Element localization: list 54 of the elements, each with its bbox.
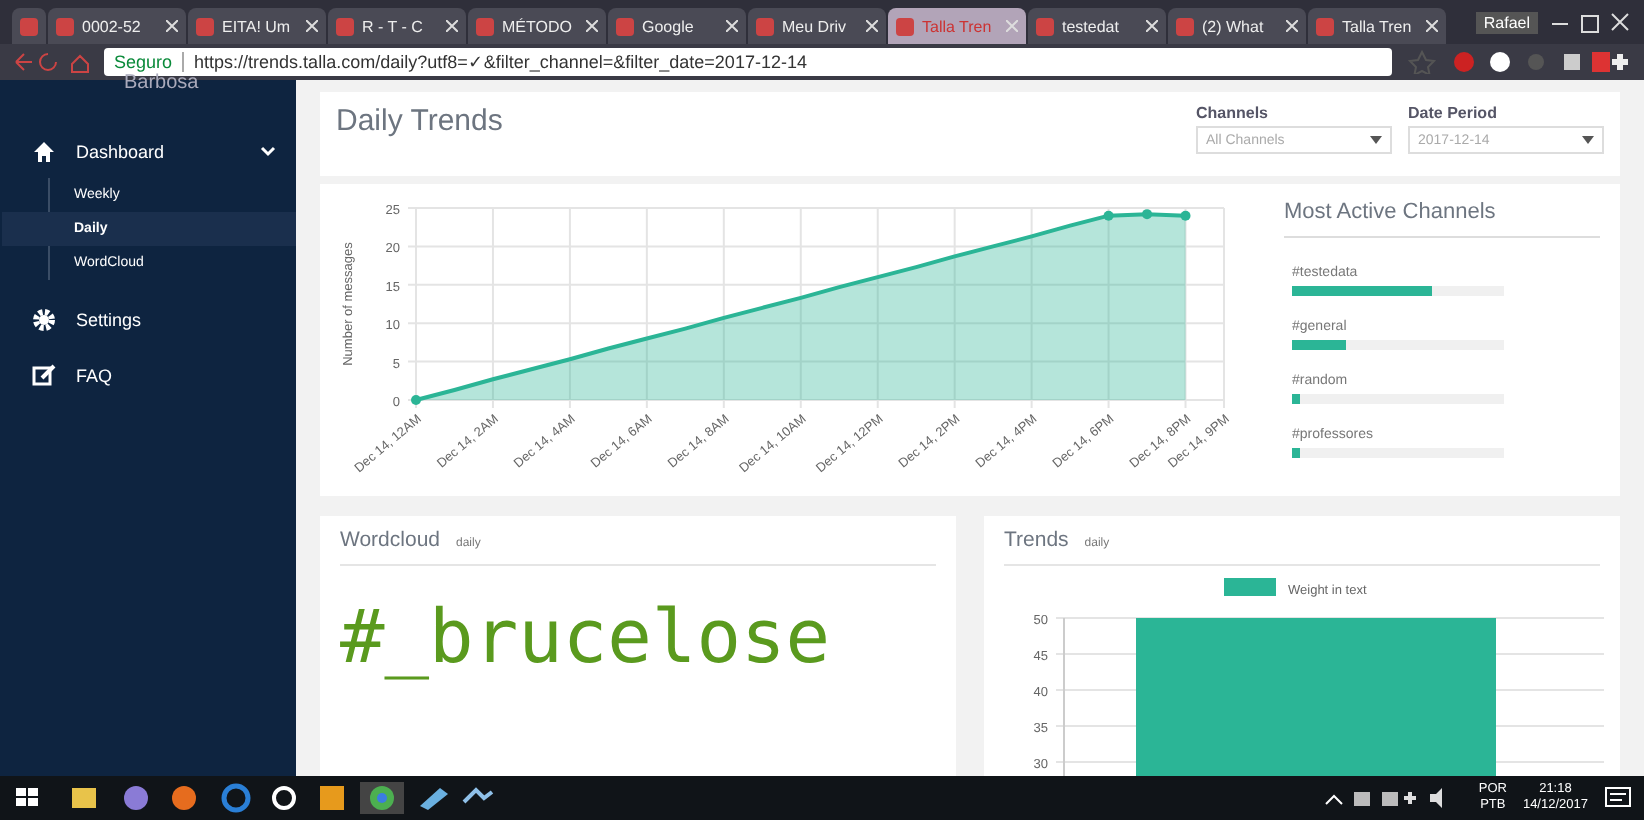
data-point — [411, 395, 421, 405]
profile-name[interactable]: Rafael — [1475, 11, 1538, 33]
user-name: Barbosa — [122, 72, 201, 98]
wordcloud-word: #_brucelose — [340, 594, 833, 680]
gear-icon — [32, 308, 56, 332]
caret-icon — [1582, 136, 1594, 144]
close-icon[interactable] — [726, 20, 738, 32]
favicon-icon — [1036, 17, 1054, 35]
close-icon[interactable] — [1286, 20, 1298, 32]
favicon-icon — [1176, 17, 1194, 35]
page-title: Daily Trends — [336, 104, 505, 138]
favicon-icon — [336, 17, 354, 35]
nav-item[interactable]: Dashboard — [0, 124, 296, 178]
favicon-icon — [756, 17, 774, 35]
close-icon[interactable] — [586, 20, 598, 32]
caret-icon — [1370, 136, 1382, 144]
close-icon[interactable] — [446, 20, 458, 32]
home-icon — [32, 140, 56, 162]
browser-tab[interactable]: Talla Tren — [1308, 8, 1446, 44]
favicon-icon — [616, 17, 634, 35]
browser-tab[interactable]: Meu Driv — [748, 8, 886, 44]
close-icon[interactable] — [166, 20, 178, 32]
browser-tab[interactable]: MÉTODO — [468, 8, 606, 44]
filter-label: Date Period — [1408, 104, 1499, 122]
browser-tab[interactable]: R - T - C — [328, 8, 466, 44]
data-point — [1103, 210, 1114, 221]
close-icon[interactable] — [306, 20, 318, 32]
close-icon[interactable] — [1426, 20, 1438, 32]
favicon-icon — [896, 17, 914, 35]
notification-icon[interactable] — [1604, 784, 1632, 812]
browser-tab[interactable]: testedat — [1028, 8, 1166, 44]
favicon-icon — [1316, 17, 1334, 35]
nav-item[interactable]: Settings — [0, 292, 296, 348]
star-icon[interactable] — [1404, 50, 1440, 74]
browser-tab[interactable]: Google — [608, 8, 746, 44]
nav-item[interactable]: FAQ — [0, 348, 296, 402]
close-icon[interactable] — [866, 20, 878, 32]
browser-tab[interactable]: (2) What — [1168, 8, 1306, 44]
edit-icon — [32, 364, 56, 386]
favicon-icon — [196, 17, 214, 35]
browser-tab[interactable]: 0002-52 — [48, 8, 186, 44]
card-title: Trends — [1004, 528, 1069, 552]
chevron-icon[interactable] — [260, 145, 276, 157]
extension-icons[interactable] — [1452, 50, 1632, 74]
close-icon[interactable] — [1146, 20, 1158, 32]
browser-tab[interactable]: EITA! Um — [188, 8, 326, 44]
legend-swatch — [1224, 578, 1276, 596]
panel-title: Most Active Channels — [1284, 200, 1600, 238]
favicon-icon — [476, 17, 494, 35]
card-title: Wordcloud — [340, 528, 440, 552]
data-point — [1142, 209, 1153, 220]
data-point — [1180, 210, 1191, 221]
filter-label: Channels — [1196, 104, 1271, 122]
address-bar[interactable]: Seguro https://trends.talla.com/daily?utf8=✓&filter_channel=&filter_date=2017-12-14 — [104, 48, 1392, 76]
